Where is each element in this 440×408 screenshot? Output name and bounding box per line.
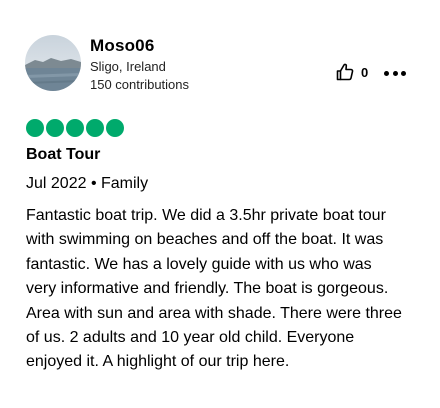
rating-bubble-icon <box>26 119 44 137</box>
rating-bubble-icon <box>66 119 84 137</box>
rating-bubbles <box>26 119 124 137</box>
avatar[interactable] <box>25 35 81 91</box>
review-date-and-trip-type: Jul 2022 • Family <box>26 175 149 192</box>
review-text: Fantastic boat trip. We did a 3.5hr priv… <box>26 207 402 371</box>
rating-bubble-icon <box>86 119 104 137</box>
review-card: Moso06 Sligo, Ireland 150 contributions … <box>0 0 440 408</box>
helpful-count: 0 <box>361 64 369 80</box>
reviewer-location: Sligo, Ireland <box>90 59 166 74</box>
more-dot-icon <box>384 70 389 76</box>
avatar-landscape-image <box>25 35 81 91</box>
thumbs-up-icon <box>336 63 354 81</box>
reviewer-contributions: 150 contributions <box>90 77 190 92</box>
rating-bubble-icon <box>46 119 64 137</box>
more-dot-icon <box>401 70 406 76</box>
more-options-button[interactable] <box>384 66 406 80</box>
more-dot-icon <box>392 70 398 76</box>
reviewer-name[interactable]: Moso06 <box>90 36 155 56</box>
helpful-vote-button[interactable]: 0 <box>336 63 368 81</box>
rating-bubble-icon <box>106 119 124 137</box>
review-title[interactable]: Boat Tour <box>26 146 100 164</box>
